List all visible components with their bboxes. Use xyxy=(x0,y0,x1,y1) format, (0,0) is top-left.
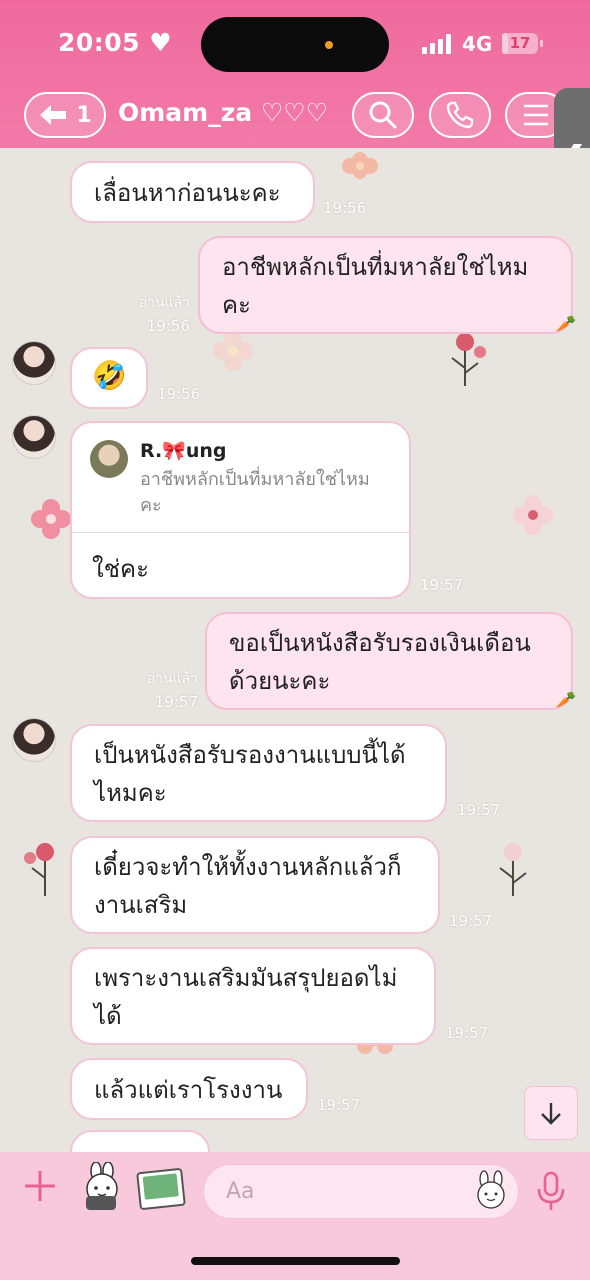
flower-decoration xyxy=(513,495,553,535)
flower-decoration xyxy=(24,843,54,896)
heart-icon: ♥ xyxy=(149,28,173,57)
arrow-down-icon xyxy=(541,1103,561,1125)
quoted-avatar xyxy=(90,440,128,478)
mic-icon[interactable] xyxy=(534,1170,568,1214)
message-bubble[interactable]: อาชีพหลักเป็นที่มหาลัยใช่ไหม คะ xyxy=(198,236,573,334)
message-bubble[interactable]: 🤣 xyxy=(70,347,148,409)
message-input[interactable]: Aa xyxy=(203,1164,519,1219)
read-label: อ่านแล้ว xyxy=(138,295,190,311)
carrot-reaction-icon: 🥕 xyxy=(556,690,576,709)
message-bubble[interactable]: ขอเป็นหนังสือรับรองเงินเดือน ด้วยนะคะ xyxy=(205,612,573,710)
message-time: 19:57 xyxy=(420,576,464,594)
emoji-message: 🤣 xyxy=(92,359,127,392)
message-time: 19:56 xyxy=(157,385,201,403)
time-text: 20:05 xyxy=(58,28,141,57)
message-line: เป็นหนังสือรับรองงานแบบนี้ได้ xyxy=(94,741,406,769)
message-line: ไหมคะ xyxy=(94,779,167,807)
flower-decoration xyxy=(342,152,378,179)
message-bubble[interactable]: เลื่อนหาก่อนนะคะ xyxy=(70,161,315,223)
read-receipt: อ่านแล้ว 19:57 xyxy=(136,668,198,711)
privacy-dot xyxy=(325,41,333,49)
signal-icon xyxy=(422,34,454,54)
message-bubble[interactable]: แล้วแต่เราโรงงาน xyxy=(70,1058,308,1120)
battery-cap xyxy=(540,40,543,47)
message-time: 19:57 xyxy=(317,1096,361,1114)
contact-avatar[interactable] xyxy=(12,718,56,762)
status-time: 20:05 ♥ xyxy=(58,28,172,57)
message-line: เพราะงานเสริมมันสรุปยอดไม่ xyxy=(94,964,398,992)
search-icon xyxy=(369,101,397,129)
unread-count: 1 xyxy=(76,102,92,128)
contact-avatar[interactable] xyxy=(12,341,56,385)
message-line: อาชีพหลักเป็นที่มหาลัยใช่ไหม xyxy=(222,253,529,281)
reply-message[interactable]: R.🎀ung อาชีพหลักเป็นที่มหาลัยใช่ไหม คะ ใ… xyxy=(70,421,411,599)
quoted-text: อาชีพหลักเป็นที่มหาลัยใช่ไหม คะ xyxy=(140,467,402,519)
message-line: เดี๋ยวจะทำให้ทั้งงานหลักแล้วก็ xyxy=(94,853,402,881)
input-placeholder: Aa xyxy=(226,1179,255,1204)
message-bubble[interactable]: เป็นหนังสือรับรองงานแบบนี้ได้ ไหมคะ xyxy=(70,724,447,822)
plus-icon[interactable] xyxy=(22,1168,58,1204)
dynamic-island xyxy=(201,17,389,72)
photo-icon[interactable] xyxy=(136,1167,186,1211)
read-label: อ่านแล้ว xyxy=(146,671,198,687)
message-list[interactable]: เลื่อนหาก่อนนะคะ 19:56 อ่านแล้ว 19:56 อา… xyxy=(0,148,590,1152)
flower-decoration xyxy=(31,499,71,539)
message-bubble-partial[interactable] xyxy=(70,1130,210,1152)
network-type: 4G xyxy=(462,32,493,56)
chat-title[interactable]: Omam_za ♡♡♡ xyxy=(118,98,328,127)
quoted-line: อาชีพหลักเป็นที่มหาลัยใช่ไหม xyxy=(140,469,370,490)
sticker-icon[interactable] xyxy=(78,1162,126,1212)
message-line: งานเสริม xyxy=(94,891,188,919)
scroll-to-bottom-button[interactable] xyxy=(524,1086,578,1140)
message-bubble[interactable]: เพราะงานเสริมมันสรุปยอดไม่ ได้ xyxy=(70,947,436,1045)
quoted-line: คะ xyxy=(140,495,162,516)
quoted-sender: R.🎀ung xyxy=(140,440,227,462)
message-time: 19:56 xyxy=(146,317,190,335)
message-bubble[interactable]: เดี๋ยวจะทำให้ทั้งงานหลักแล้วก็ งานเสริม xyxy=(70,836,440,934)
message-line: ขอเป็นหนังสือรับรองเงินเดือน xyxy=(229,629,531,657)
menu-icon xyxy=(524,104,548,126)
emoji-icon[interactable] xyxy=(471,1170,511,1210)
status-bar: 20:05 ♥ 4G 17 xyxy=(0,0,590,90)
message-time: 19:57 xyxy=(449,912,493,930)
message-time: 19:57 xyxy=(154,693,198,711)
back-arrow-icon xyxy=(40,105,67,125)
message-text: แล้วแต่เราโรงงาน xyxy=(94,1076,283,1104)
flower-decoration xyxy=(499,843,527,896)
flower-decoration xyxy=(451,333,486,386)
phone-icon xyxy=(446,101,474,129)
contact-avatar[interactable] xyxy=(12,415,56,459)
read-receipt: อ่านแล้ว 19:56 xyxy=(128,292,190,335)
message-line: ด้วยนะคะ xyxy=(229,667,331,695)
call-button[interactable] xyxy=(429,92,491,138)
battery-icon: 17 xyxy=(502,33,543,54)
message-time: 19:57 xyxy=(445,1024,489,1042)
message-time: 19:56 xyxy=(323,199,367,217)
message-text: ใช่คะ xyxy=(92,555,149,583)
message-line: คะ xyxy=(222,291,251,319)
back-button[interactable]: 1 xyxy=(24,92,106,138)
carrot-reaction-icon: 🥕 xyxy=(556,314,576,333)
photo-thumbnail xyxy=(142,1173,179,1200)
message-time: 19:57 xyxy=(457,801,501,819)
message-text: เลื่อนหาก่อนนะคะ xyxy=(94,179,281,207)
quoted-message[interactable]: R.🎀ung อาชีพหลักเป็นที่มหาลัยใช่ไหม คะ xyxy=(72,423,409,533)
battery-level: 17 xyxy=(509,34,531,52)
search-button[interactable] xyxy=(352,92,414,138)
chat-header: 20:05 ♥ 4G 17 1 Omam_za ♡♡♡ xyxy=(0,0,590,148)
message-line: ได้ xyxy=(94,1002,122,1030)
home-indicator[interactable] xyxy=(191,1257,400,1265)
